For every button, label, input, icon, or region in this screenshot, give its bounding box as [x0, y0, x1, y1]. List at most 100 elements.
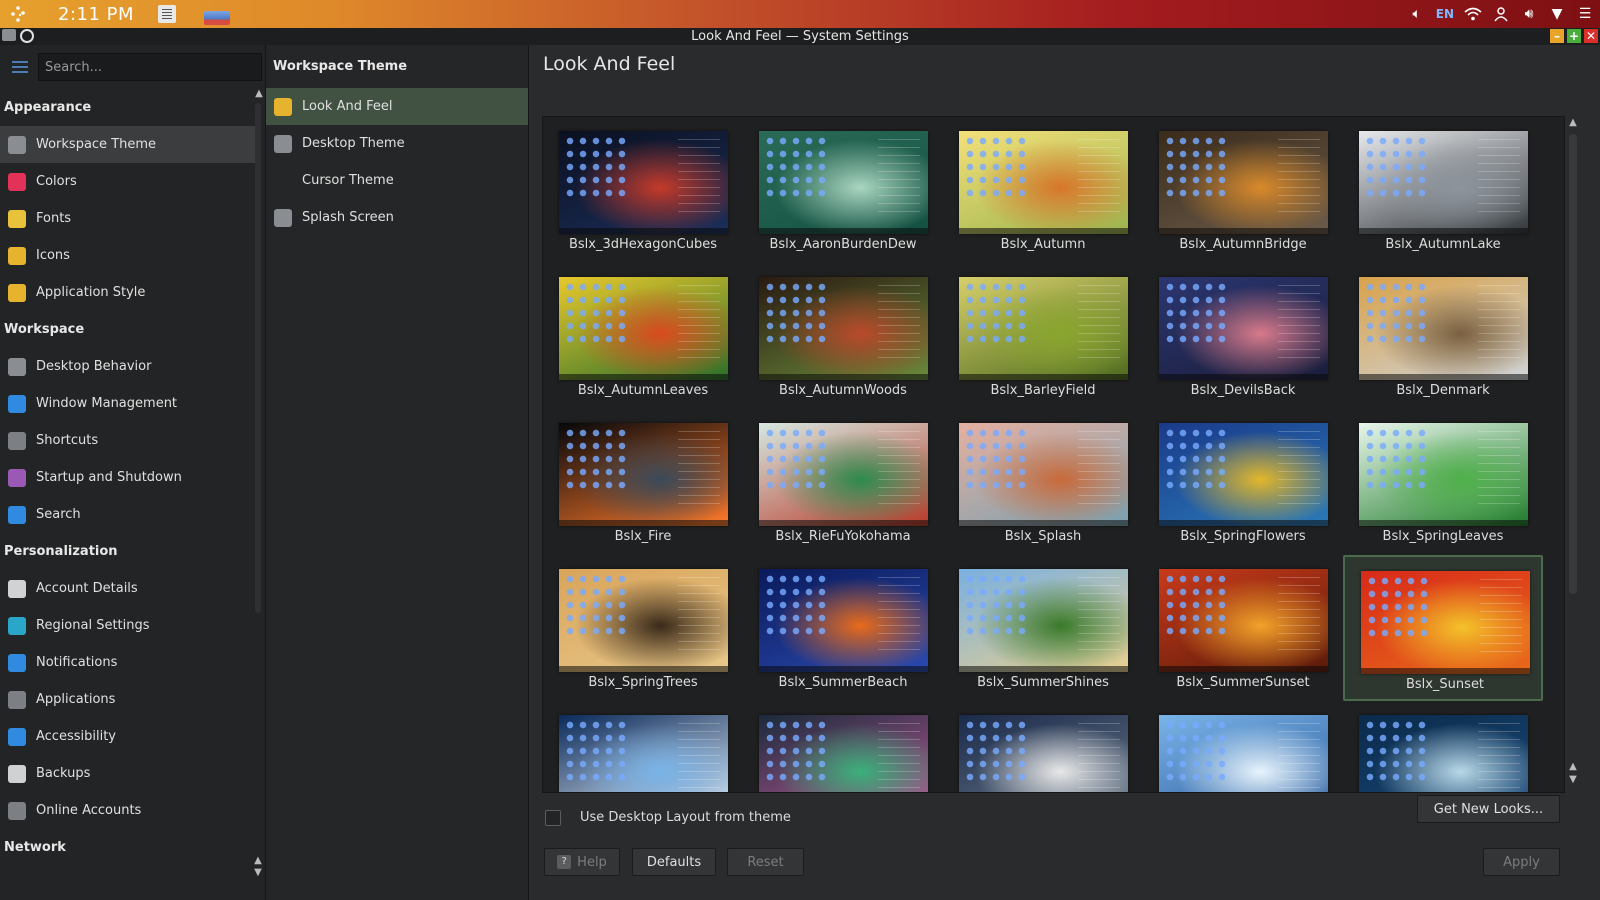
sidebar-item[interactable]: Accessibility: [0, 718, 256, 755]
close-button[interactable]: ✕: [1584, 29, 1598, 43]
sidebar-item[interactable]: Icons: [0, 237, 256, 274]
theme-tile[interactable]: Bslx_DevilsBack: [1143, 263, 1343, 409]
theme-tile[interactable]: [543, 701, 743, 792]
sidebar-item[interactable]: Desktop Behavior: [0, 348, 256, 385]
theme-tile[interactable]: Bslx_Splash: [943, 409, 1143, 555]
sidebar-item[interactable]: Shortcuts: [0, 422, 256, 459]
subcategory-item[interactable]: Desktop Theme: [266, 125, 528, 162]
splash-screen-icon: [274, 208, 292, 227]
sidebar-item[interactable]: Regional Settings: [0, 607, 256, 644]
window-menu-icon[interactable]: [2, 29, 16, 41]
help-label: Help: [577, 854, 607, 870]
subcategory-panel: Workspace Theme Look And Feel Desktop The…: [266, 45, 529, 900]
shortcuts-icon: [8, 431, 26, 450]
wifi-icon[interactable]: [1464, 5, 1482, 23]
help-button[interactable]: ? Help: [544, 848, 620, 876]
reset-button[interactable]: Reset: [727, 848, 804, 876]
app-launcher-icon[interactable]: [0, 0, 36, 28]
theme-tile[interactable]: Bslx_AaronBurdenDew: [743, 117, 943, 263]
sidebar-item[interactable]: Applications: [0, 681, 256, 718]
theme-tile[interactable]: Bslx_AutumnLeaves: [543, 263, 743, 409]
scroll-up-icon[interactable]: ▲: [1568, 118, 1578, 128]
sidebar-item[interactable]: Application Style: [0, 274, 256, 311]
audio-icon[interactable]: 🔊︎: [1520, 5, 1538, 23]
theme-tile[interactable]: Bslx_Autumn: [943, 117, 1143, 263]
window-titlebar[interactable]: Look And Feel — System Settings – + ✕: [0, 28, 1600, 45]
volume-icon[interactable]: 🔈︎: [1408, 5, 1426, 23]
theme-tile[interactable]: Bslx_AutumnLake: [1343, 117, 1543, 263]
theme-grid-scrollbar[interactable]: ▲ ▲ ▼: [1566, 116, 1580, 793]
user-switcher-icon[interactable]: [1492, 5, 1510, 23]
theme-tile[interactable]: Bslx_SummerBeach: [743, 555, 943, 701]
use-desktop-layout-checkbox[interactable]: [545, 810, 561, 826]
keyboard-layout-indicator[interactable]: EN: [1436, 7, 1454, 21]
theme-tile[interactable]: Bslx_SpringLeaves: [1343, 409, 1543, 555]
theme-tile[interactable]: [943, 701, 1143, 792]
sidebar-item[interactable]: Workspace Theme: [0, 126, 256, 163]
defaults-button[interactable]: Defaults: [632, 848, 716, 876]
clock[interactable]: 2:11 PM: [58, 4, 134, 25]
sidebar-list: Appearance Workspace Theme Colors Fonts Icon…: [0, 89, 256, 866]
scroll-down-icon[interactable]: ▼: [1568, 775, 1578, 785]
scroll-up-icon[interactable]: ▲: [1568, 762, 1578, 772]
theme-tile[interactable]: Bslx_SpringFlowers: [1143, 409, 1343, 555]
theme-name: Bslx_3dHexagonCubes: [568, 237, 717, 252]
theme-tile[interactable]: Bslx_AutumnBridge: [1143, 117, 1343, 263]
backups-icon: [8, 764, 26, 783]
theme-tile[interactable]: Bslx_Sunset: [1343, 555, 1543, 701]
get-new-looks-button[interactable]: Get New Looks...: [1417, 795, 1560, 823]
sidebar-item[interactable]: Colors: [0, 163, 256, 200]
theme-name: Bslx_AutumnWoods: [779, 383, 907, 398]
system-settings-task-icon[interactable]: [204, 11, 231, 25]
theme-tile[interactable]: Bslx_Fire: [543, 409, 743, 555]
theme-tile[interactable]: [743, 701, 943, 792]
scrollbar-thumb[interactable]: [1569, 134, 1577, 594]
accessibility-icon: [8, 727, 26, 746]
theme-tile[interactable]: Bslx_RieFuYokohama: [743, 409, 943, 555]
scrollbar-thumb[interactable]: [255, 103, 261, 613]
theme-name: Bslx_Sunset: [1405, 677, 1485, 692]
use-desktop-layout-label[interactable]: Use Desktop Layout from theme: [580, 810, 791, 825]
sidebar-item[interactable]: Fonts: [0, 200, 256, 237]
task-manager-app-icon[interactable]: [158, 5, 177, 23]
sidebar-item-label: Shortcuts: [36, 433, 99, 448]
sidebar-item-label: Accessibility: [36, 729, 116, 744]
sidebar-item[interactable]: Search: [0, 496, 256, 533]
sidebar-item[interactable]: Startup and Shutdown: [0, 459, 256, 496]
sidebar-item[interactable]: Online Accounts: [0, 792, 256, 829]
theme-tile[interactable]: Bslx_BarleyField: [943, 263, 1143, 409]
sidebar-item[interactable]: Backups: [0, 755, 256, 792]
sidebar-item[interactable]: Account Details: [0, 570, 256, 607]
scroll-down-icon[interactable]: ▼: [253, 868, 263, 878]
footer: Use Desktop Layout from theme Get New Lo…: [530, 793, 1600, 876]
theme-preview-image: [959, 715, 1128, 792]
theme-tile[interactable]: Bslx_SummerShines: [943, 555, 1143, 701]
search-input[interactable]: [38, 53, 262, 81]
theme-tile[interactable]: Bslx_Denmark: [1343, 263, 1543, 409]
theme-tile[interactable]: Bslx_SpringTrees: [543, 555, 743, 701]
minimize-button[interactable]: –: [1550, 29, 1564, 43]
hamburger-menu-icon[interactable]: [12, 61, 28, 73]
theme-tile[interactable]: [1143, 701, 1343, 792]
sidebar-item[interactable]: Window Management: [0, 385, 256, 422]
panel-menu-icon[interactable]: ☰: [1576, 5, 1594, 23]
maximize-button[interactable]: +: [1567, 29, 1581, 43]
subcategory-item-label: Splash Screen: [302, 210, 394, 225]
sidebar-scrollbar[interactable]: ▲ ▲ ▼: [253, 89, 264, 879]
sidebar-item[interactable]: Notifications: [0, 644, 256, 681]
on-all-desktops-icon[interactable]: [20, 29, 34, 43]
subcategory-item[interactable]: Splash Screen: [266, 199, 528, 236]
subcategory-item[interactable]: Cursor Theme: [266, 162, 528, 199]
theme-tile[interactable]: [1343, 701, 1543, 792]
theme-tile[interactable]: Bslx_3dHexagonCubes: [543, 117, 743, 263]
theme-tile[interactable]: Bslx_SummerSunset: [1143, 555, 1343, 701]
theme-preview-image: [559, 569, 728, 672]
scroll-up-icon[interactable]: ▲: [254, 89, 264, 99]
theme-tile[interactable]: Bslx_AutumnWoods: [743, 263, 943, 409]
theme-name: Bslx_BarleyField: [990, 383, 1096, 398]
tray-expand-arrow-icon[interactable]: ▼: [1548, 5, 1566, 23]
apply-button[interactable]: Apply: [1483, 848, 1560, 876]
subcategory-item[interactable]: Look And Feel: [266, 88, 528, 125]
scroll-up-icon[interactable]: ▲: [253, 856, 263, 866]
page-title: Look And Feel: [543, 53, 676, 75]
